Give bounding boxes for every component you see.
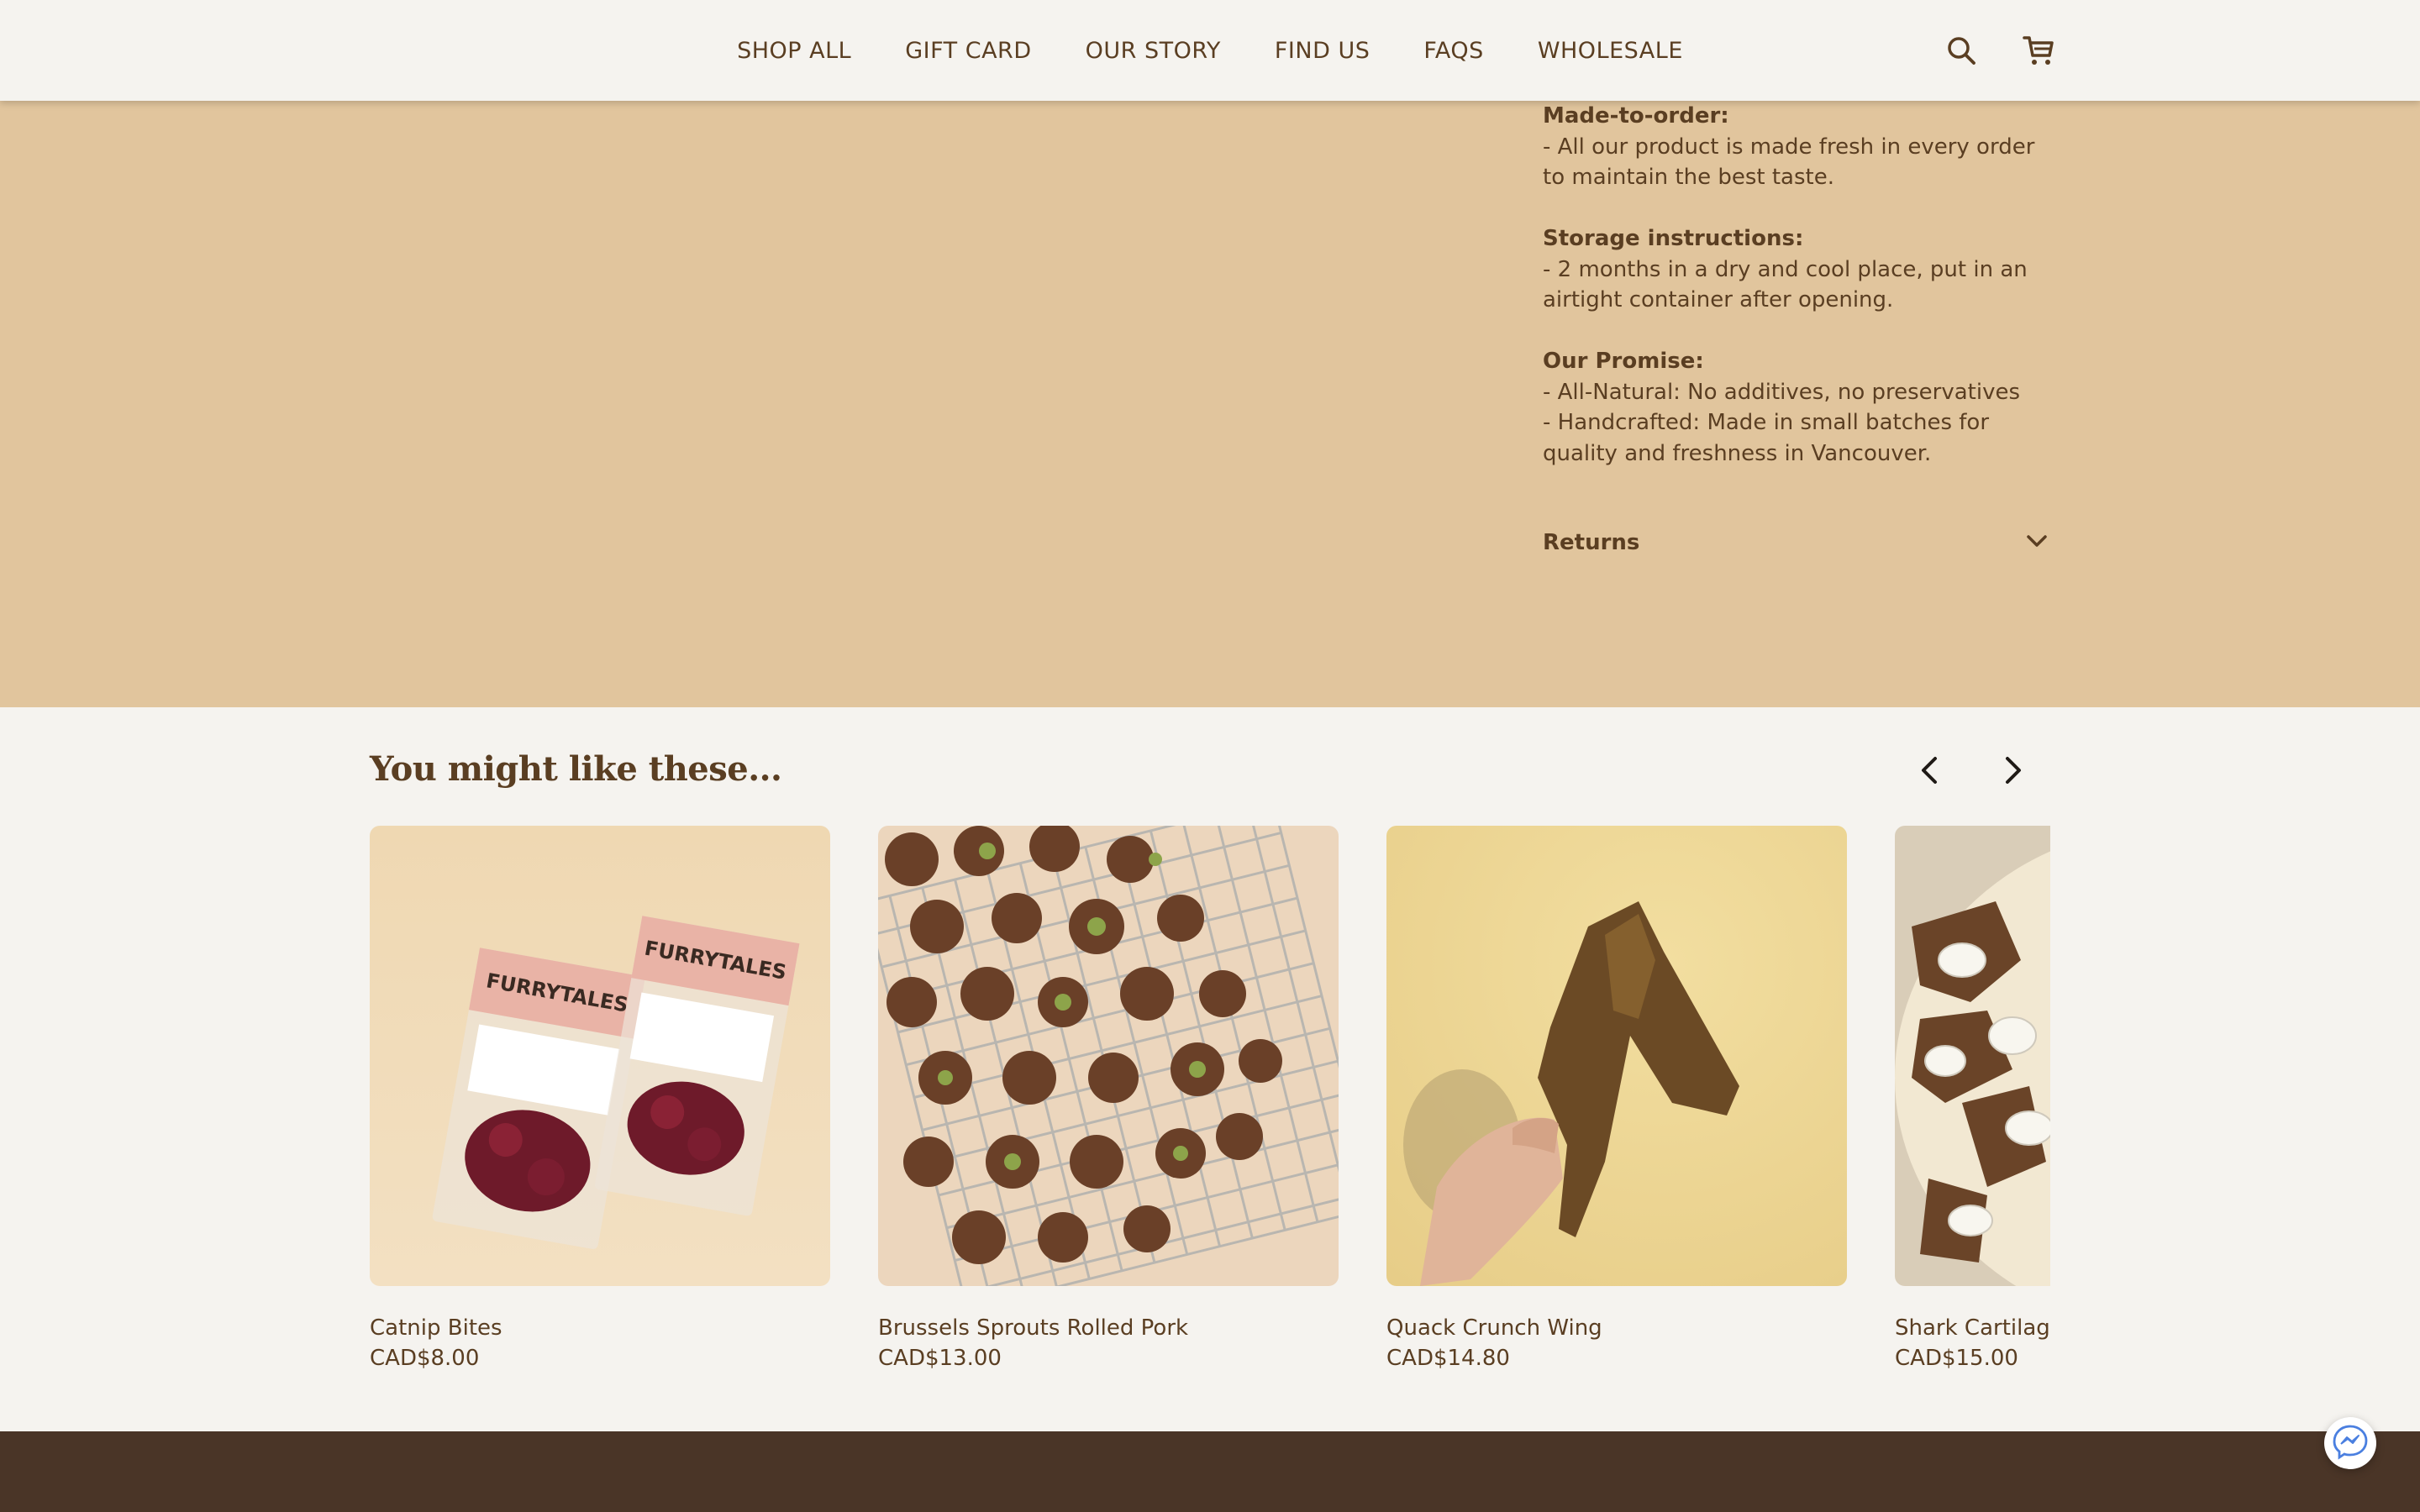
messenger-icon — [2332, 1423, 2369, 1463]
description-made-to-order: Made-to-order: - All our product is made… — [1543, 101, 2055, 193]
product-price: CAD$13.00 — [878, 1346, 1002, 1371]
product-card[interactable]: Quack Crunch Wing CAD$14.80 — [1386, 826, 1847, 1373]
product-description: Made-to-order: - All our product is made… — [1543, 101, 2055, 500]
returns-label: Returns — [1543, 530, 1640, 555]
recommendations-title: You might like these... — [370, 749, 782, 789]
messenger-chat-button[interactable] — [2324, 1417, 2376, 1469]
product-section: Made-to-order: - All our product is made… — [0, 101, 2420, 707]
shark-cartilage-image[interactable] — [1895, 826, 2050, 1286]
carousel-next-button[interactable] — [1991, 751, 2033, 793]
nav-wholesale[interactable]: WHOLESALE — [1538, 38, 1683, 64]
chevron-left-icon — [1915, 755, 1945, 789]
description-line: - All our product is made fresh in every… — [1543, 134, 2035, 191]
nav-find-us[interactable]: FIND US — [1275, 38, 1370, 64]
nav-our-story[interactable]: OUR STORY — [1086, 38, 1221, 64]
nav-faqs[interactable]: FAQS — [1423, 38, 1483, 64]
description-heading: Storage instructions: — [1543, 226, 1804, 251]
description-storage: Storage instructions: - 2 months in a dr… — [1543, 223, 2055, 316]
returns-accordion[interactable]: Returns — [1543, 526, 2050, 559]
product-price: CAD$14.80 — [1386, 1346, 1510, 1371]
brussels-sprouts-pork-image[interactable] — [878, 826, 1339, 1286]
site-footer — [0, 1431, 2420, 1512]
product-carousel: FURRYTALES FURRYTALES Catnip Bites CAD$8… — [370, 826, 2050, 1380]
product-price: CAD$15.00 — [1895, 1346, 2018, 1371]
product-card[interactable]: Brussels Sprouts Rolled Pork CAD$13.00 — [878, 826, 1339, 1373]
site-header: SHOP ALL GIFT CARD OUR STORY FIND US FAQ… — [0, 0, 2420, 101]
carousel-prev-button[interactable] — [1909, 751, 1951, 793]
product-name[interactable]: Brussels Sprouts Rolled Pork — [878, 1313, 1339, 1343]
product-card[interactable]: FURRYTALES FURRYTALES Catnip Bites CAD$8… — [370, 826, 830, 1373]
product-name[interactable]: Shark Cartilage — [1895, 1313, 2050, 1343]
cart-icon[interactable] — [2017, 29, 2060, 72]
product-name[interactable]: Catnip Bites — [370, 1313, 830, 1343]
product-price: CAD$8.00 — [370, 1346, 480, 1371]
description-heading: Our Promise: — [1543, 349, 1704, 374]
description-promise: Our Promise: - All-Natural: No additives… — [1543, 346, 2055, 469]
description-heading: Made-to-order: — [1543, 103, 1729, 129]
chevron-right-icon — [1997, 755, 2028, 789]
description-line: - All-Natural: No additives, no preserva… — [1543, 379, 2021, 405]
chevron-down-icon — [2023, 528, 2050, 558]
duck-wing-image[interactable] — [1386, 826, 1847, 1286]
nav-shop-all[interactable]: SHOP ALL — [737, 38, 851, 64]
product-card[interactable]: Shark Cartilage CAD$15.00 — [1895, 826, 2050, 1373]
description-line: - 2 months in a dry and cool place, put … — [1543, 256, 2028, 313]
search-icon[interactable] — [1939, 29, 1983, 72]
product-name[interactable]: Quack Crunch Wing — [1386, 1313, 1847, 1343]
description-line: - Handcrafted: Made in small batches for… — [1543, 410, 1990, 466]
nav-gift-card[interactable]: GIFT CARD — [905, 38, 1031, 64]
catnip-bites-image[interactable]: FURRYTALES FURRYTALES — [370, 826, 830, 1286]
recommendations-section: You might like these... FURRYTALES FURRY… — [0, 707, 2420, 1431]
